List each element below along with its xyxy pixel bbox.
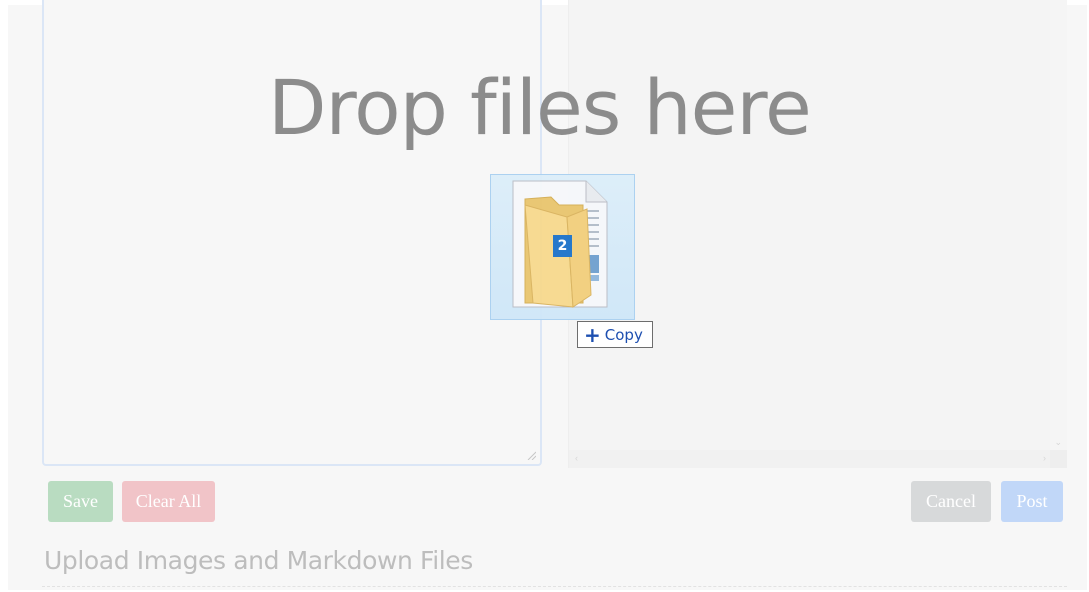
drag-count-badge: 2 bbox=[557, 238, 568, 254]
drop-effect-label: Copy bbox=[604, 325, 643, 344]
scroll-down-icon[interactable]: ⌄ bbox=[1054, 438, 1062, 447]
upload-heading: Upload Images and Markdown Files bbox=[44, 546, 473, 575]
save-button[interactable]: Save bbox=[48, 481, 113, 522]
vertical-scrollbar[interactable]: ⌄ bbox=[1050, 0, 1067, 450]
post-button[interactable]: Post bbox=[1001, 481, 1063, 522]
cancel-button[interactable]: Cancel bbox=[911, 481, 991, 522]
drag-image: 2 bbox=[490, 174, 635, 320]
resize-grip-icon[interactable] bbox=[526, 450, 536, 460]
drop-effect-tooltip: + Copy bbox=[577, 321, 653, 348]
scroll-left-icon[interactable]: ‹ bbox=[575, 454, 578, 463]
upload-dropzone-border bbox=[42, 586, 1067, 587]
plus-icon: + bbox=[584, 322, 601, 347]
scrollbar-corner bbox=[1050, 450, 1067, 468]
horizontal-scrollbar[interactable]: ‹ › bbox=[569, 450, 1050, 468]
scroll-right-icon[interactable]: › bbox=[1043, 454, 1046, 463]
drop-files-label: Drop files here bbox=[268, 63, 812, 152]
clear-all-button[interactable]: Clear All bbox=[122, 481, 215, 522]
